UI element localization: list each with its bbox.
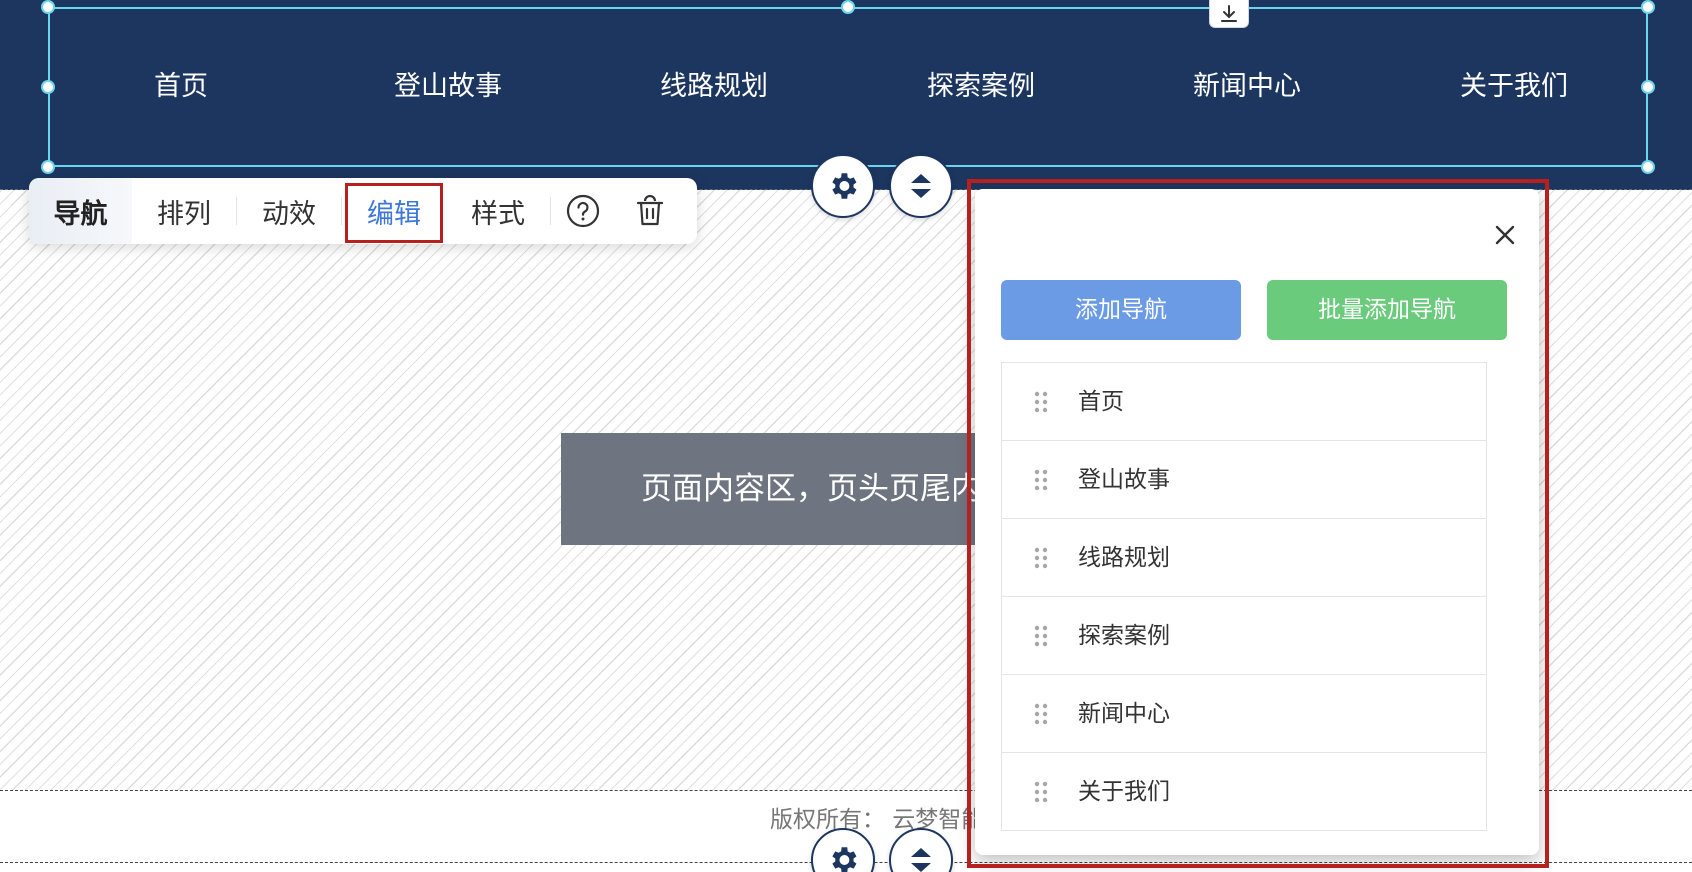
delete-button[interactable]	[615, 178, 685, 244]
nav-item-home[interactable]: 首页	[81, 67, 281, 107]
sort-arrows-icon	[911, 174, 931, 198]
reorder-button[interactable]	[889, 154, 953, 218]
trash-icon	[636, 195, 664, 226]
help-button[interactable]	[551, 178, 615, 244]
toolbar-tab-navigation[interactable]: 导航	[29, 178, 132, 244]
gear-icon	[832, 847, 857, 872]
main-navigation: 首页 登山故事 线路规划 探索案例 新闻中心 关于我们	[48, 7, 1648, 167]
nav-item-cases[interactable]: 探索案例	[881, 67, 1081, 107]
question-circle-icon	[566, 194, 600, 228]
sort-arrows-icon	[911, 848, 931, 872]
nav-item-stories[interactable]: 登山故事	[348, 67, 548, 107]
toolbar-tab-style[interactable]: 样式	[446, 178, 550, 244]
settings-button[interactable]	[811, 154, 875, 218]
toolbar-tab-animation[interactable]: 动效	[237, 178, 341, 244]
toolbar-tab-arrange[interactable]: 排列	[132, 178, 236, 244]
edit-tab-highlight	[345, 183, 443, 243]
footer-copyright: 版权所有： 云梦智能	[770, 807, 985, 833]
nav-item-news[interactable]: 新闻中心	[1147, 67, 1347, 107]
nav-item-about[interactable]: 关于我们	[1414, 67, 1614, 107]
content-area-placeholder: 页面内容区，页头页尾内	[561, 433, 981, 545]
panel-highlight-frame	[967, 179, 1549, 868]
nav-item-routes[interactable]: 线路规划	[614, 67, 814, 107]
gear-icon	[832, 173, 857, 199]
